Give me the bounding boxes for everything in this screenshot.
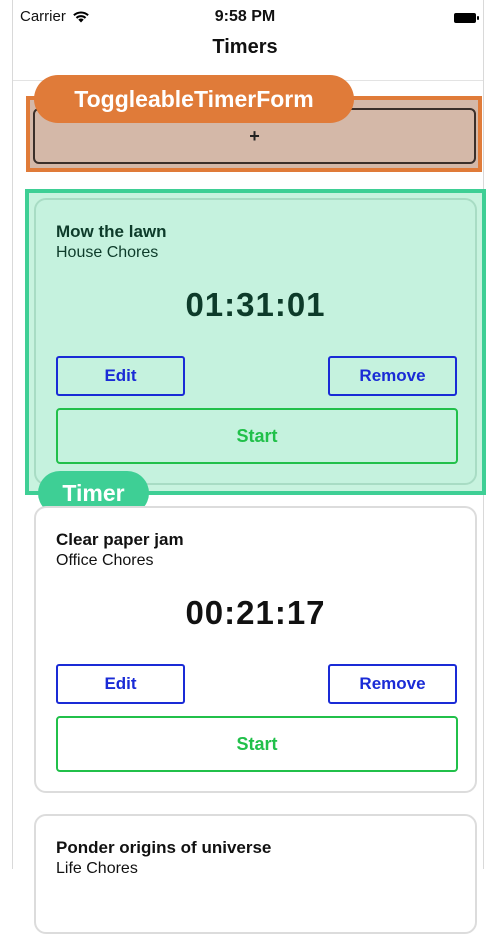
start-button[interactable]: Start	[56, 408, 458, 464]
timer-elapsed: 00:21:17	[185, 594, 326, 631]
status-time: 9:58 PM	[214, 8, 276, 25]
timer-project: Life Chores	[56, 860, 138, 877]
timer-elapsed: 01:31:01	[185, 286, 326, 323]
timer-card: Ponder origins of universe Life Chores	[34, 814, 477, 934]
screen-edge-left	[12, 0, 13, 869]
timer-project: House Chores	[56, 244, 159, 261]
timer-project: Office Chores	[56, 552, 154, 569]
toggleable-timer-form-label: ToggleableTimerForm	[34, 75, 354, 123]
edit-button[interactable]: Edit	[56, 664, 185, 704]
remove-button[interactable]: Remove	[328, 356, 457, 396]
status-bar: Carrier 9:58 PM	[0, 0, 490, 32]
timer-title: Ponder origins of universe	[56, 838, 272, 857]
timer-card: Clear paper jam Office Chores 00:21:17 E…	[34, 506, 477, 793]
remove-button[interactable]: Remove	[328, 664, 457, 704]
timer-title: Clear paper jam	[56, 530, 184, 549]
timer-card: Mow the lawn House Chores 01:31:01 Edit …	[34, 198, 477, 485]
battery-icon	[454, 13, 479, 23]
start-button[interactable]: Start	[56, 716, 458, 772]
edit-button[interactable]: Edit	[56, 356, 185, 396]
timer-title: Mow the lawn	[56, 222, 167, 241]
page-title: Timers	[212, 36, 278, 58]
